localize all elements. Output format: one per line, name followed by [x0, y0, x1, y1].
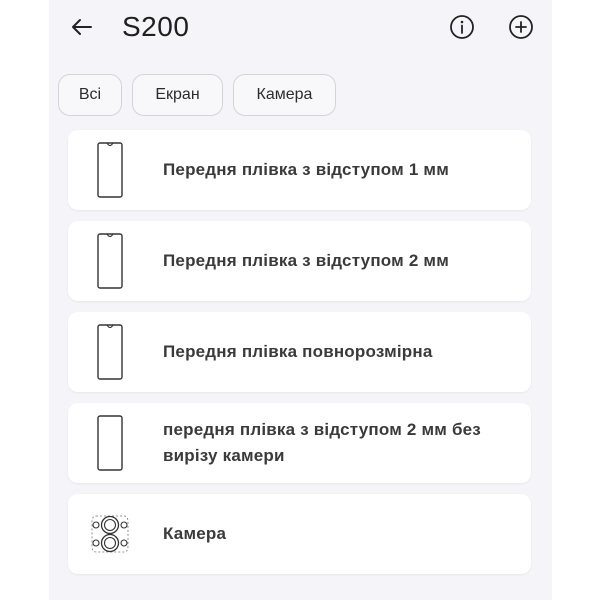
phone-outline-icon [90, 140, 130, 200]
back-button[interactable] [67, 12, 97, 42]
filter-chip-all[interactable]: Всі [58, 74, 122, 116]
list-item-label: Передня плівка повнорозмірна [163, 342, 433, 361]
list-item-label: Передня плівка з відступом 1 мм [163, 160, 449, 179]
filter-chip-camera[interactable]: Камера [233, 74, 336, 116]
info-circle-icon [450, 15, 474, 39]
add-button[interactable] [507, 13, 535, 41]
filter-chip-screen[interactable]: Екран [132, 74, 223, 116]
list-item[interactable]: передня плівка з відступом 2 мм без вирі… [68, 403, 531, 483]
filter-chips: Всі Екран Камера [58, 74, 336, 116]
list-item-label: Передня плівка з відступом 2 мм [163, 251, 449, 270]
list-item-label: передня плівка з відступом 2 мм без вирі… [163, 420, 481, 465]
top-app-bar: S200 [49, 0, 552, 56]
arrow-left-icon [72, 19, 92, 35]
info-button[interactable] [448, 13, 476, 41]
list-item[interactable]: Камера [68, 494, 531, 574]
list-item[interactable]: Передня плівка з відступом 2 мм [68, 221, 531, 301]
phone-outline-icon [90, 413, 130, 473]
phone-outline-icon [90, 231, 130, 291]
page-title: S200 [122, 11, 190, 42]
list-item[interactable]: Передня плівка з відступом 1 мм [68, 130, 531, 210]
list-item[interactable]: Передня плівка повнорозмірна [68, 312, 531, 392]
app-screen: S200 Всі Екран Камера Передня плівка з в… [49, 0, 552, 600]
phone-outline-icon [90, 322, 130, 382]
list-item-label: Камера [163, 524, 227, 543]
plus-circle-icon [509, 15, 533, 39]
camera-lens-icon [90, 504, 130, 564]
